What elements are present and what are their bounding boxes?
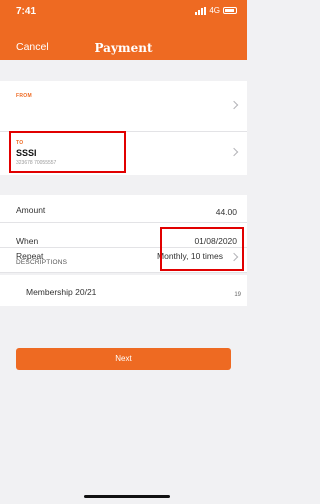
next-button[interactable]: Next [16, 348, 231, 370]
app-header: 7:41 4G Cancel Payment [0, 0, 247, 60]
char-count: 19 [234, 292, 241, 298]
divider [0, 222, 247, 223]
description-input[interactable]: Membership 20/21 [26, 287, 96, 297]
when-label: When [16, 236, 39, 246]
amount-label: Amount [16, 205, 46, 215]
page-title: Payment [94, 41, 153, 55]
nav-bar: Cancel Payment [0, 26, 247, 60]
chevron-right-icon [229, 100, 239, 110]
home-indicator [84, 495, 170, 498]
battery-icon [223, 7, 237, 14]
highlight-box [160, 227, 244, 271]
status-indicators: 4G [195, 6, 237, 15]
amount-field[interactable]: 44.00 [216, 207, 237, 217]
signal-icon [195, 6, 207, 15]
highlight-box [9, 131, 126, 173]
status-time: 7:41 [16, 6, 37, 17]
descriptions-header: DESCRIPTIONS [16, 259, 68, 266]
from-label: FROM [16, 93, 32, 99]
status-bar: 7:41 4G [0, 0, 247, 26]
network-type: 4G [209, 6, 220, 15]
from-account-row[interactable]: FROM [0, 81, 247, 131]
divider [0, 272, 247, 273]
